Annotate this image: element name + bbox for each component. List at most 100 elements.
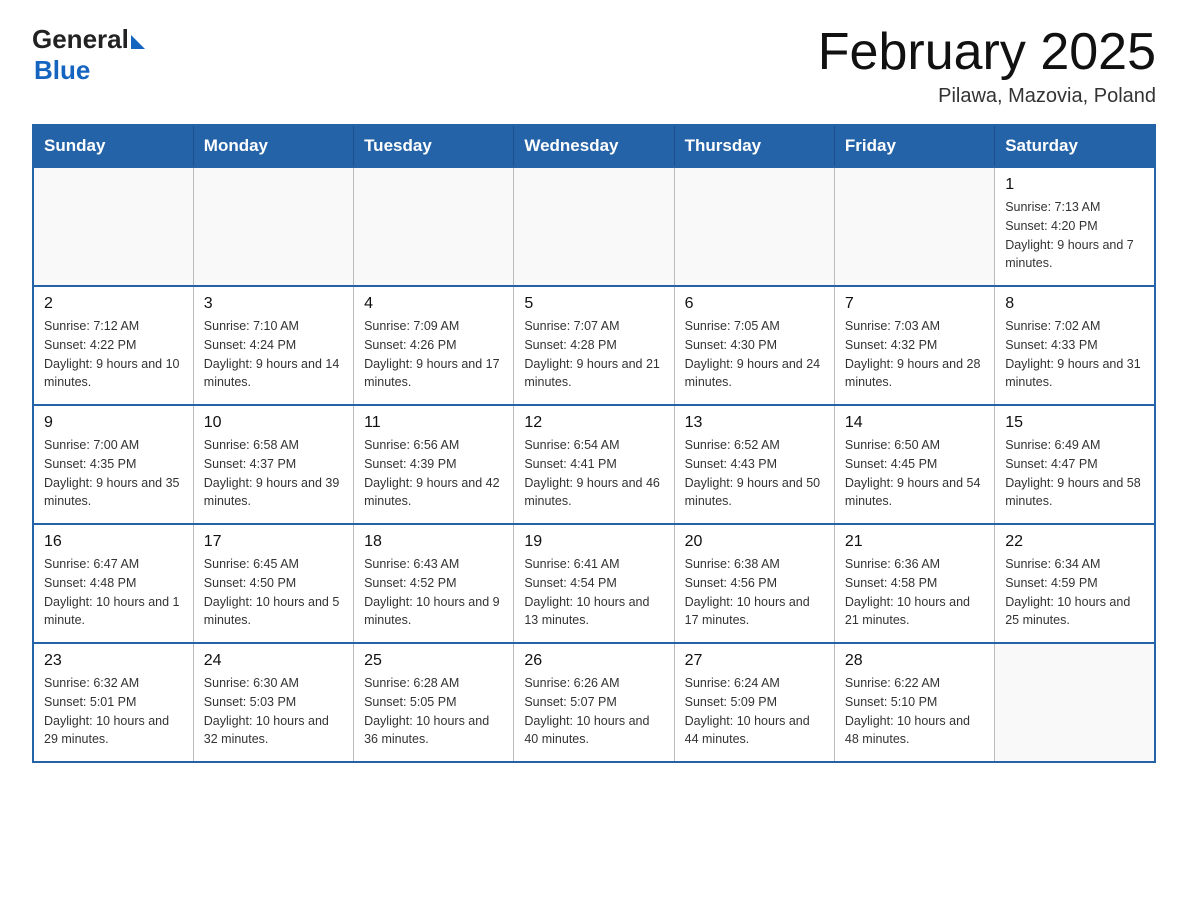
- calendar-cell: 24 Sunrise: 6:30 AM Sunset: 5:03 PM Dayli…: [193, 643, 353, 762]
- logo-general-text: General: [32, 24, 129, 55]
- day-info: Sunrise: 6:26 AM Sunset: 5:07 PM Dayligh…: [524, 674, 663, 749]
- calendar-cell: 3 Sunrise: 7:10 AM Sunset: 4:24 PM Daylig…: [193, 286, 353, 405]
- day-info: Sunrise: 6:22 AM Sunset: 5:10 PM Dayligh…: [845, 674, 984, 749]
- day-number: 5: [524, 295, 663, 313]
- calendar-cell: 18 Sunrise: 6:43 AM Sunset: 4:52 PM Dayli…: [354, 524, 514, 643]
- day-info: Sunrise: 6:56 AM Sunset: 4:39 PM Dayligh…: [364, 436, 503, 511]
- logo: General Blue: [32, 24, 145, 86]
- day-number: 8: [1005, 295, 1144, 313]
- calendar-week-row: 2 Sunrise: 7:12 AM Sunset: 4:22 PM Daylig…: [33, 286, 1155, 405]
- day-number: 1: [1005, 176, 1144, 194]
- day-number: 20: [685, 533, 824, 551]
- day-info: Sunrise: 6:34 AM Sunset: 4:59 PM Dayligh…: [1005, 555, 1144, 630]
- logo-blue-text: Blue: [34, 55, 145, 86]
- page-header: General Blue February 2025 Pilawa, Mazov…: [32, 24, 1156, 108]
- calendar-week-row: 9 Sunrise: 7:00 AM Sunset: 4:35 PM Daylig…: [33, 405, 1155, 524]
- calendar-cell: [834, 167, 994, 286]
- day-number: 17: [204, 533, 343, 551]
- calendar-cell: 22Sunrise: 6:34 AM Sunset: 4:59 PM Dayli…: [995, 524, 1155, 643]
- calendar-cell: 28 Sunrise: 6:22 AM Sunset: 5:10 PM Dayli…: [834, 643, 994, 762]
- day-info: Sunrise: 7:02 AM Sunset: 4:33 PM Dayligh…: [1005, 317, 1144, 392]
- day-number: 3: [204, 295, 343, 313]
- calendar-week-row: 1 Sunrise: 7:13 AM Sunset: 4:20 PM Daylig…: [33, 167, 1155, 286]
- day-info: Sunrise: 6:58 AM Sunset: 4:37 PM Dayligh…: [204, 436, 343, 511]
- day-info: Sunrise: 7:00 AM Sunset: 4:35 PM Dayligh…: [44, 436, 183, 511]
- day-info: Sunrise: 6:52 AM Sunset: 4:43 PM Dayligh…: [685, 436, 824, 511]
- day-info: Sunrise: 6:49 AM Sunset: 4:47 PM Dayligh…: [1005, 436, 1144, 511]
- weekday-header-sunday: Sunday: [33, 125, 193, 167]
- day-number: 11: [364, 414, 503, 432]
- day-info: Sunrise: 6:45 AM Sunset: 4:50 PM Dayligh…: [204, 555, 343, 630]
- day-info: Sunrise: 6:36 AM Sunset: 4:58 PM Dayligh…: [845, 555, 984, 630]
- calendar-cell: [193, 167, 353, 286]
- calendar-cell: 23 Sunrise: 6:32 AM Sunset: 5:01 PM Dayli…: [33, 643, 193, 762]
- day-info: Sunrise: 7:12 AM Sunset: 4:22 PM Dayligh…: [44, 317, 183, 392]
- calendar-cell: [514, 167, 674, 286]
- day-number: 12: [524, 414, 663, 432]
- day-number: 14: [845, 414, 984, 432]
- calendar-cell: 15 Sunrise: 6:49 AM Sunset: 4:47 PM Dayli…: [995, 405, 1155, 524]
- day-number: 28: [845, 652, 984, 670]
- calendar-cell: 11 Sunrise: 6:56 AM Sunset: 4:39 PM Dayli…: [354, 405, 514, 524]
- calendar-cell: 27Sunrise: 6:24 AM Sunset: 5:09 PM Dayli…: [674, 643, 834, 762]
- calendar-cell: 13 Sunrise: 6:52 AM Sunset: 4:43 PM Dayli…: [674, 405, 834, 524]
- calendar-cell: 16 Sunrise: 6:47 AM Sunset: 4:48 PM Dayli…: [33, 524, 193, 643]
- location-text: Pilawa, Mazovia, Poland: [818, 85, 1156, 108]
- calendar-cell: 20 Sunrise: 6:38 AM Sunset: 4:56 PM Dayli…: [674, 524, 834, 643]
- calendar-cell: [354, 167, 514, 286]
- day-info: Sunrise: 6:30 AM Sunset: 5:03 PM Dayligh…: [204, 674, 343, 749]
- day-number: 24: [204, 652, 343, 670]
- day-info: Sunrise: 6:28 AM Sunset: 5:05 PM Dayligh…: [364, 674, 503, 749]
- calendar-cell: 26Sunrise: 6:26 AM Sunset: 5:07 PM Dayli…: [514, 643, 674, 762]
- day-number: 21: [845, 533, 984, 551]
- logo-arrow-icon: [131, 35, 145, 49]
- day-info: Sunrise: 6:47 AM Sunset: 4:48 PM Dayligh…: [44, 555, 183, 630]
- day-number: 18: [364, 533, 503, 551]
- day-number: 25: [364, 652, 503, 670]
- title-section: February 2025 Pilawa, Mazovia, Poland: [818, 24, 1156, 108]
- calendar-cell: 2 Sunrise: 7:12 AM Sunset: 4:22 PM Daylig…: [33, 286, 193, 405]
- day-info: Sunrise: 7:09 AM Sunset: 4:26 PM Dayligh…: [364, 317, 503, 392]
- calendar-cell: 17 Sunrise: 6:45 AM Sunset: 4:50 PM Dayli…: [193, 524, 353, 643]
- calendar-cell: 14 Sunrise: 6:50 AM Sunset: 4:45 PM Dayli…: [834, 405, 994, 524]
- day-number: 7: [845, 295, 984, 313]
- calendar-cell: 9 Sunrise: 7:00 AM Sunset: 4:35 PM Daylig…: [33, 405, 193, 524]
- calendar-cell: 10 Sunrise: 6:58 AM Sunset: 4:37 PM Dayli…: [193, 405, 353, 524]
- calendar-cell: [995, 643, 1155, 762]
- day-info: Sunrise: 6:38 AM Sunset: 4:56 PM Dayligh…: [685, 555, 824, 630]
- calendar-cell: 19 Sunrise: 6:41 AM Sunset: 4:54 PM Dayli…: [514, 524, 674, 643]
- day-number: 2: [44, 295, 183, 313]
- calendar-cell: 4 Sunrise: 7:09 AM Sunset: 4:26 PM Daylig…: [354, 286, 514, 405]
- day-info: Sunrise: 6:32 AM Sunset: 5:01 PM Dayligh…: [44, 674, 183, 749]
- day-number: 10: [204, 414, 343, 432]
- day-info: Sunrise: 6:43 AM Sunset: 4:52 PM Dayligh…: [364, 555, 503, 630]
- day-info: Sunrise: 7:13 AM Sunset: 4:20 PM Dayligh…: [1005, 198, 1144, 273]
- calendar-cell: 6 Sunrise: 7:05 AM Sunset: 4:30 PM Daylig…: [674, 286, 834, 405]
- day-info: Sunrise: 7:10 AM Sunset: 4:24 PM Dayligh…: [204, 317, 343, 392]
- weekday-header-friday: Friday: [834, 125, 994, 167]
- day-number: 6: [685, 295, 824, 313]
- calendar-cell: [674, 167, 834, 286]
- day-number: 15: [1005, 414, 1144, 432]
- day-number: 23: [44, 652, 183, 670]
- calendar-cell: 5 Sunrise: 7:07 AM Sunset: 4:28 PM Daylig…: [514, 286, 674, 405]
- calendar-cell: 12Sunrise: 6:54 AM Sunset: 4:41 PM Dayli…: [514, 405, 674, 524]
- day-info: Sunrise: 6:50 AM Sunset: 4:45 PM Dayligh…: [845, 436, 984, 511]
- calendar-cell: 21 Sunrise: 6:36 AM Sunset: 4:58 PM Dayli…: [834, 524, 994, 643]
- day-number: 19: [524, 533, 663, 551]
- weekday-header-tuesday: Tuesday: [354, 125, 514, 167]
- day-number: 16: [44, 533, 183, 551]
- day-info: Sunrise: 7:05 AM Sunset: 4:30 PM Dayligh…: [685, 317, 824, 392]
- day-number: 13: [685, 414, 824, 432]
- day-number: 4: [364, 295, 503, 313]
- calendar-cell: [33, 167, 193, 286]
- day-number: 27: [685, 652, 824, 670]
- day-info: Sunrise: 7:07 AM Sunset: 4:28 PM Dayligh…: [524, 317, 663, 392]
- day-info: Sunrise: 6:41 AM Sunset: 4:54 PM Dayligh…: [524, 555, 663, 630]
- day-number: 9: [44, 414, 183, 432]
- month-title: February 2025: [818, 24, 1156, 81]
- calendar-week-row: 16 Sunrise: 6:47 AM Sunset: 4:48 PM Dayli…: [33, 524, 1155, 643]
- weekday-header-thursday: Thursday: [674, 125, 834, 167]
- weekday-header-wednesday: Wednesday: [514, 125, 674, 167]
- weekday-header-monday: Monday: [193, 125, 353, 167]
